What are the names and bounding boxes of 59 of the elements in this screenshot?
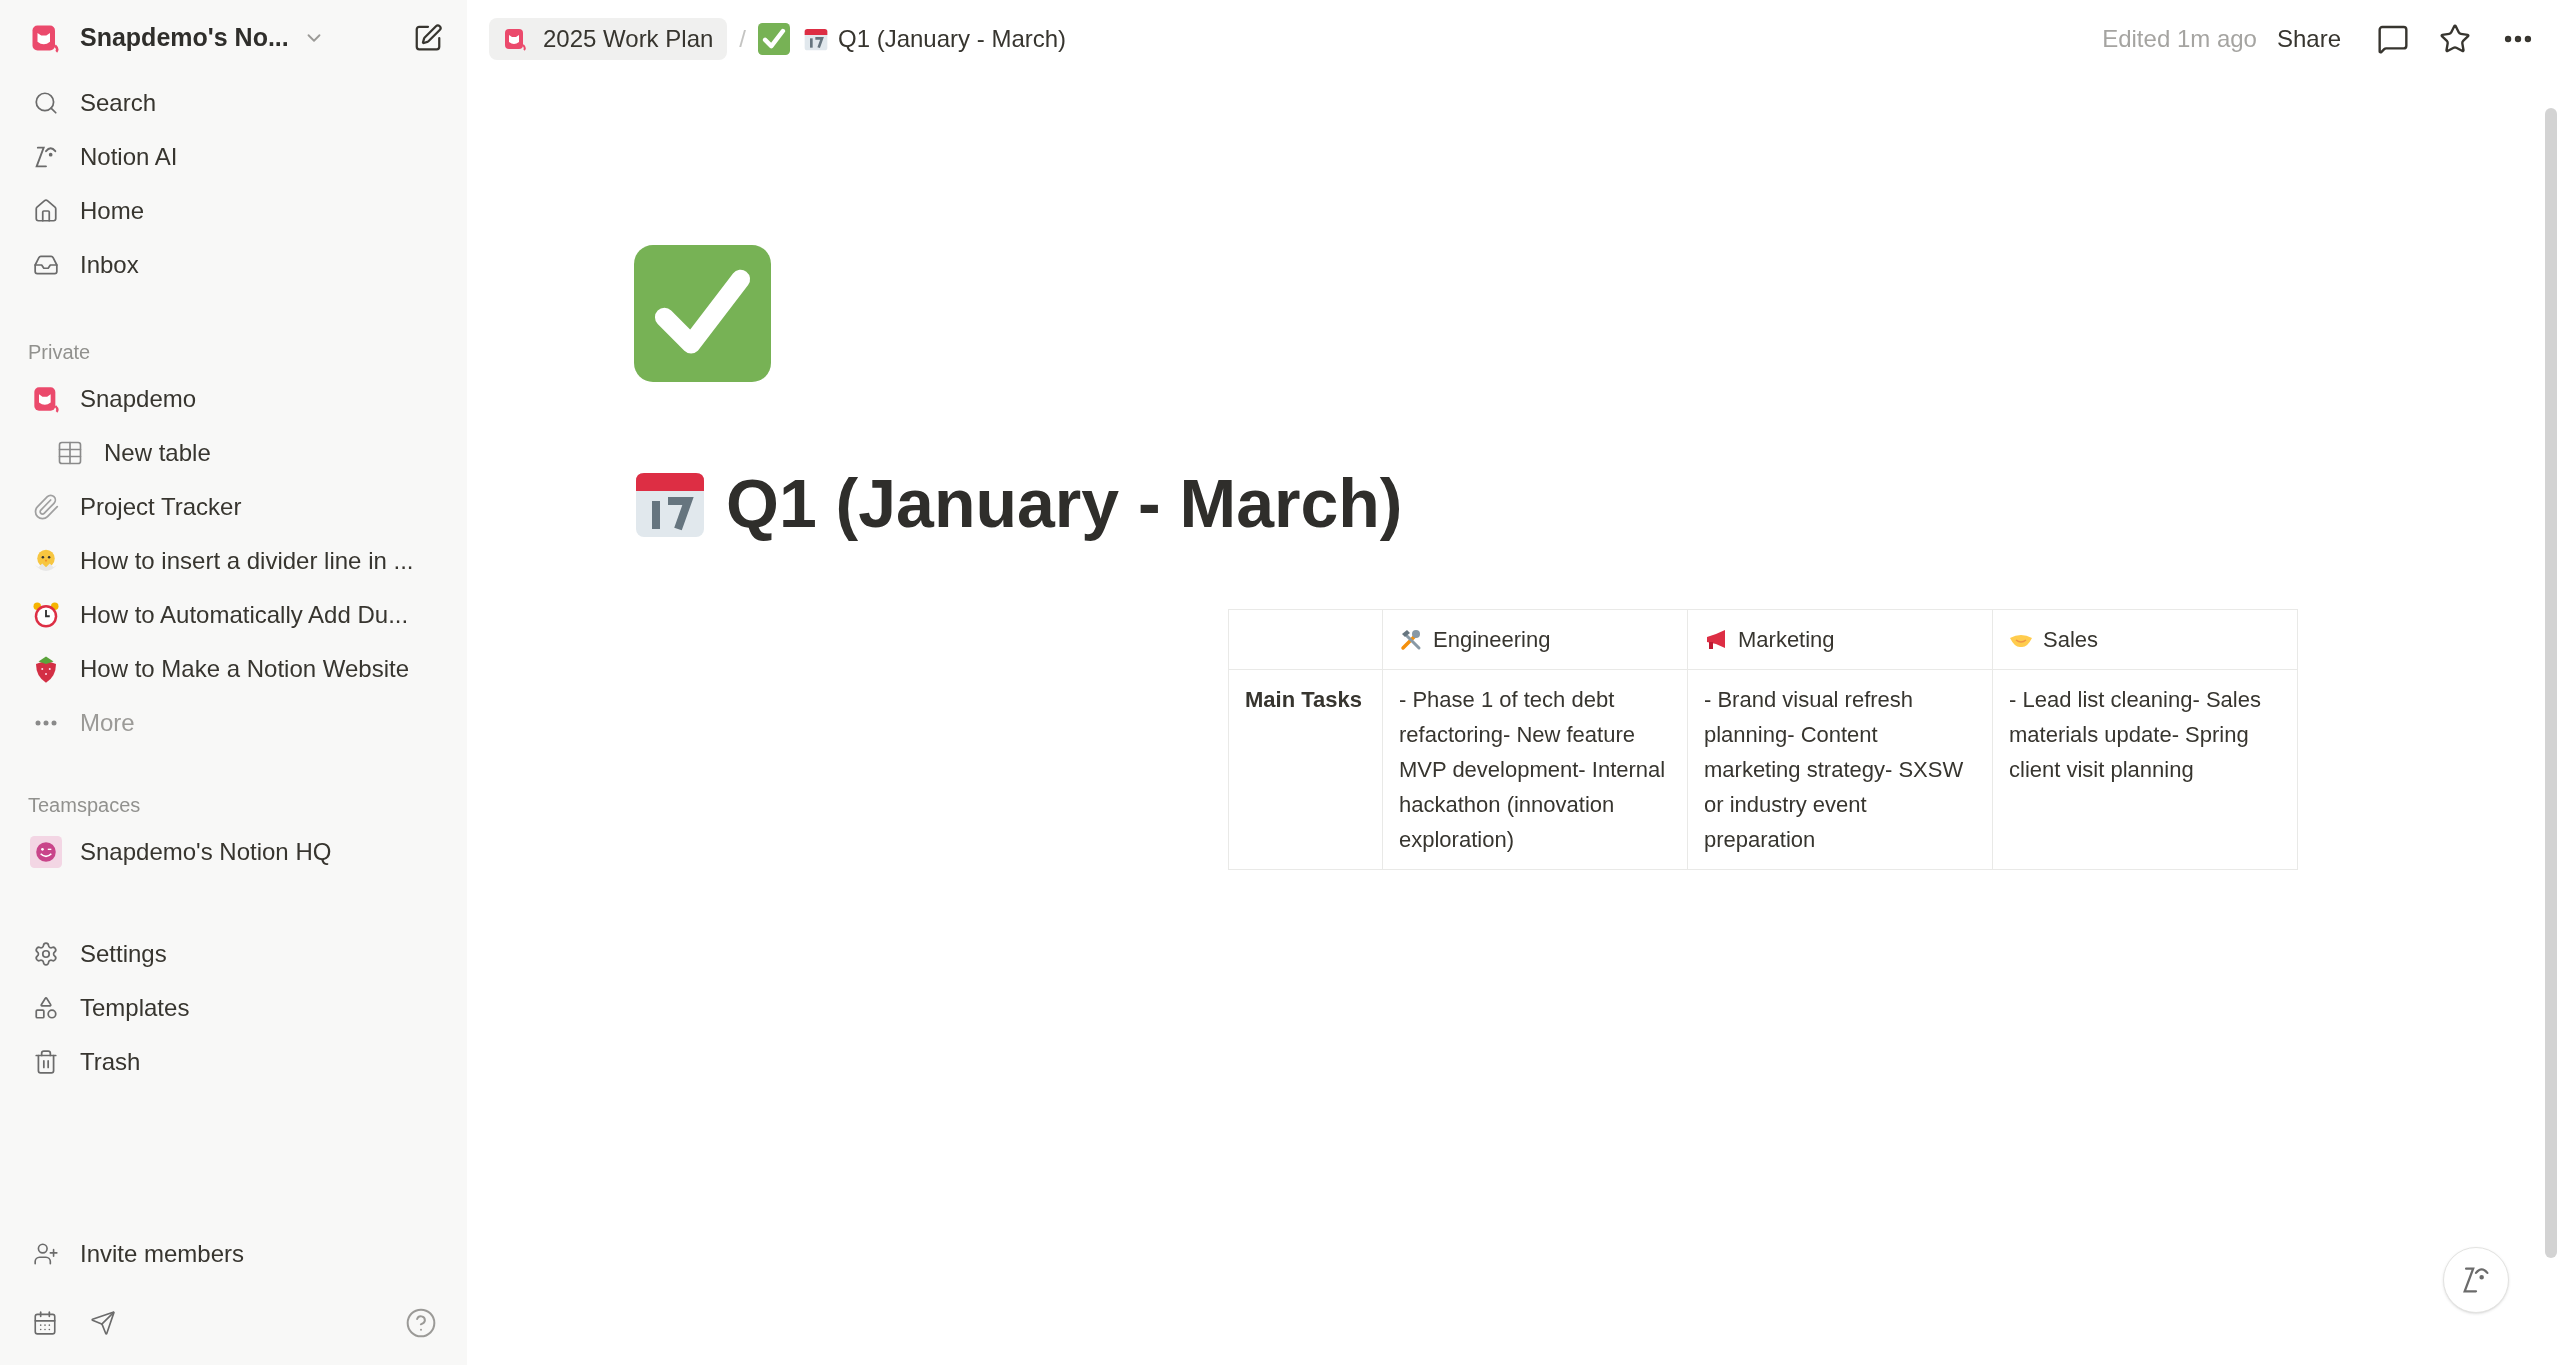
workspace-name[interactable]: Snapdemo's No...	[80, 19, 289, 57]
calendar-icon	[804, 27, 828, 51]
check-icon	[758, 23, 790, 55]
column-header: Marketing	[1687, 609, 1993, 670]
section-label: Private	[28, 340, 91, 365]
settings-icon	[33, 941, 59, 967]
invite-icon	[33, 1241, 59, 1267]
star-icon[interactable]	[2439, 23, 2471, 55]
comment-icon[interactable]	[2377, 23, 2409, 55]
new-page-icon[interactable]	[413, 23, 443, 53]
send-icon[interactable]	[90, 1310, 116, 1336]
sidebar-item[interactable]: Home	[12, 184, 455, 238]
sidebar-item[interactable]: Templates	[12, 981, 455, 1035]
cat-logo-icon	[503, 27, 527, 51]
breadcrumb-item[interactable]: Q1 (January - March)	[804, 18, 1067, 60]
shapes-icon	[33, 995, 59, 1021]
sidebar-item[interactable]: How to Make a Notion Website	[12, 642, 455, 696]
help-icon[interactable]	[405, 1307, 437, 1339]
sidebar-item[interactable]: Snapdemo's Notion HQ	[12, 825, 455, 879]
edited-time: Edited 1m ago	[2102, 24, 2257, 54]
table-cell: - Lead list cleaning- Sales materials update- Spring client visit planning	[1992, 669, 2298, 870]
megaphone-icon	[1704, 627, 1728, 652]
table-cell: - Phase 1 of tech debt refactoring- New feature MVP development- Internal hackathon (innovation exploration)	[1382, 669, 1688, 870]
scrollbar[interactable]	[2545, 108, 2557, 1258]
page-icon	[634, 245, 771, 382]
sidebar-item[interactable]: Search	[12, 76, 455, 130]
ai-button[interactable]	[2443, 1247, 2509, 1313]
sidebar-item[interactable]: Project Tracker	[12, 480, 455, 534]
trash-icon	[33, 1049, 59, 1075]
calendar-icon[interactable]	[32, 1310, 58, 1336]
row-header: Main Tasks	[1228, 669, 1383, 870]
sidebar-item[interactable]: New table	[12, 426, 455, 480]
breadcrumb-item[interactable]: 2025 Work Plan	[489, 18, 728, 60]
page-title: Q1 (January - March)	[726, 464, 1403, 543]
inbox-icon	[33, 252, 59, 278]
alarm-clock-icon	[31, 600, 61, 630]
table-icon	[56, 439, 84, 467]
smiley-icon	[30, 834, 62, 870]
search-icon	[33, 90, 59, 116]
cat-logo-icon	[30, 23, 60, 53]
sidebar-item[interactable]: Notion AI	[12, 130, 455, 184]
share-button[interactable]: Share	[2270, 21, 2347, 57]
paperclip-icon	[32, 493, 60, 521]
sidebar-item[interactable]: Settings	[12, 927, 455, 981]
sidebar-item[interactable]: How to Automatically Add Du...	[12, 588, 455, 642]
tools-icon	[1399, 627, 1423, 652]
column-header: Sales	[1992, 609, 2298, 670]
table-cell: - Brand visual refresh planning- Content marketing strategy- SXSW or industry event preparation	[1687, 669, 1993, 870]
sidebar-item[interactable]: Snapdemo	[12, 372, 455, 426]
home-icon	[33, 198, 59, 224]
sidebar-item[interactable]: Invite members	[12, 1227, 455, 1281]
sidebar-item[interactable]: Trash	[12, 1035, 455, 1089]
sidebar-item[interactable]: How to insert a divider line in ...	[12, 534, 455, 588]
breadcrumb-separator: /	[739, 24, 746, 54]
sidebar-item[interactable]: Inbox	[12, 238, 455, 292]
cat-logo-icon	[32, 385, 60, 413]
more-icon	[35, 720, 57, 726]
section-label: Teamspaces	[28, 793, 141, 818]
column-header: Engineering	[1382, 609, 1688, 670]
